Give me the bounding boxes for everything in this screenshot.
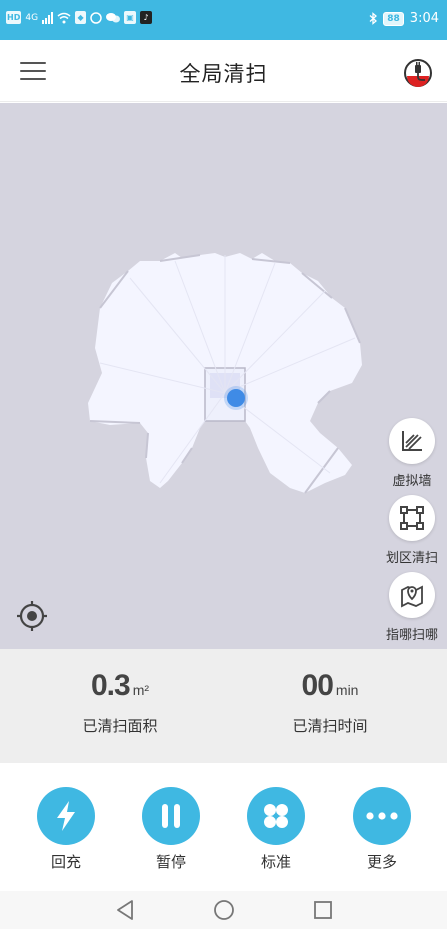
fan-icon — [264, 804, 288, 828]
network-type: 4G — [25, 12, 39, 23]
cleaned-area-stat: 0.3 m² 已清扫面积 — [35, 669, 205, 736]
zone-clean-button[interactable]: 划区清扫 — [377, 495, 447, 566]
zone-clean-label: 划区清扫 — [385, 551, 438, 566]
clock: 3:04 — [409, 11, 439, 26]
page-title: 全局清扫 — [179, 62, 268, 86]
app-notification-icon — [90, 11, 102, 24]
cleaned-area-label: 已清扫面积 — [82, 717, 158, 735]
chat-notification-icon — [106, 12, 121, 22]
status-icons-left: HD 4G ◆ ▣ ♪ — [6, 11, 153, 24]
cleaned-time-unit: min — [335, 682, 359, 698]
cleaned-time-label: 已清扫时间 — [292, 717, 368, 735]
app-box-notification-icon: ▣ — [124, 11, 137, 24]
pause-icon — [162, 804, 180, 828]
zone-clean-icon — [400, 506, 424, 530]
more-label: 更多 — [366, 853, 397, 871]
home-circle-icon[interactable] — [211, 898, 237, 922]
shield-notification-icon: ◆ — [75, 11, 87, 24]
signal-icon — [42, 11, 54, 24]
tiktok-notification-icon: ♪ — [140, 11, 153, 24]
robot-power-icon[interactable] — [403, 58, 433, 88]
battery-icon: 88 — [383, 11, 404, 26]
cleaned-time-value: 00 — [301, 669, 334, 702]
map-drawing — [88, 253, 362, 494]
spot-clean-icon — [401, 585, 423, 608]
bluetooth-icon — [369, 12, 378, 25]
pause-label: 暂停 — [155, 853, 186, 871]
spot-clean-label: 指哪扫哪 — [385, 628, 438, 643]
cleaning-stats: 0.3 m² 已清扫面积 00 min 已清扫时间 — [0, 649, 447, 763]
spot-clean-button[interactable]: 指哪扫哪 — [377, 572, 447, 643]
suction-mode-button[interactable]: 标准 — [236, 787, 316, 872]
more-button[interactable]: 更多 — [342, 787, 422, 872]
status-bar: HD 4G ◆ ▣ ♪ 88 3:04 — [0, 0, 447, 40]
status-icons-right: 88 3:04 — [369, 11, 439, 26]
system-nav-bar — [0, 891, 447, 929]
locate-icon[interactable] — [16, 600, 48, 632]
cleaned-area-unit: m² — [132, 682, 150, 698]
hd-badge: HD — [6, 11, 22, 24]
recharge-label: 回充 — [50, 853, 81, 871]
cleaning-map[interactable]: 虚拟墙 划区清扫 指哪扫哪 — [0, 103, 447, 649]
cleaned-area-value: 0.3 — [90, 669, 131, 702]
more-dots-icon — [366, 812, 398, 820]
app-header: 全局清扫 — [0, 40, 447, 102]
recharge-button[interactable]: 回充 — [26, 787, 106, 872]
back-triangle-icon[interactable] — [112, 898, 138, 922]
suction-mode-label: 标准 — [260, 853, 291, 871]
wifi-icon — [57, 12, 71, 23]
lightning-icon — [57, 801, 75, 831]
cleaned-time-stat: 00 min 已清扫时间 — [245, 669, 415, 736]
virtual-wall-button[interactable]: 虚拟墙 — [377, 418, 447, 489]
robot-position-marker — [227, 389, 245, 407]
virtual-wall-icon — [402, 431, 422, 451]
virtual-wall-label: 虚拟墙 — [392, 474, 432, 489]
control-bar: 回充 暂停 标准 更多 — [0, 763, 447, 891]
recents-square-icon[interactable] — [310, 898, 336, 922]
pause-button[interactable]: 暂停 — [131, 787, 211, 872]
